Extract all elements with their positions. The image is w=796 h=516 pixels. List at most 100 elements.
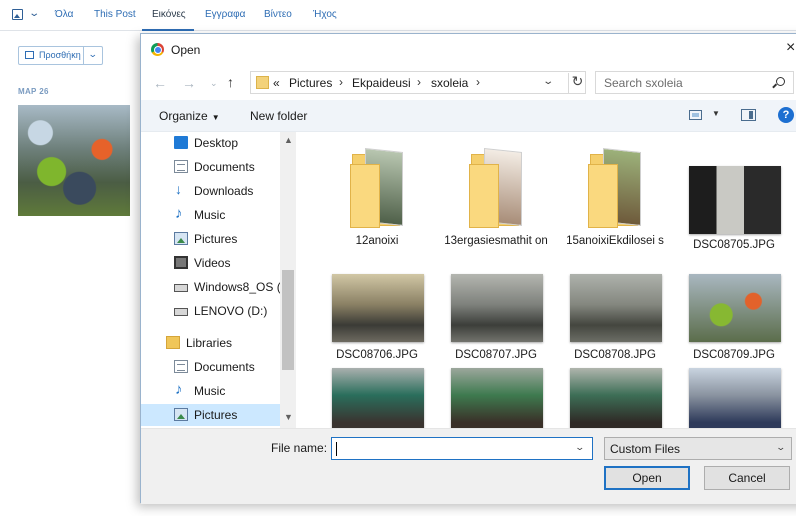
dialog-title: Open xyxy=(171,43,201,57)
new-folder-button[interactable]: New folder xyxy=(250,109,307,123)
nav-scrollbar[interactable]: ▲ ▼ xyxy=(280,132,296,428)
address-dropdown-icon[interactable]: ⌄ xyxy=(542,76,554,87)
chevron-down-icon[interactable]: ⌄ xyxy=(88,49,98,60)
navigation-bar: ← → ⌄ ↑ « Pictures › Ekpaideusi › sxolei… xyxy=(141,66,796,100)
address-bar[interactable]: « Pictures › Ekpaideusi › sxoleia › ⌄ ↻ xyxy=(250,71,586,94)
chevron-down-icon[interactable]: ⌄ xyxy=(775,442,786,453)
sidebar-item-label: Downloads xyxy=(194,184,254,198)
organize-menu[interactable]: Organize ▼ xyxy=(159,109,220,123)
image-thumbnail xyxy=(332,274,424,342)
breadcrumb-sxoleia[interactable]: sxoleia xyxy=(431,76,468,90)
file-name: DSC08706.JPG xyxy=(336,349,418,361)
close-icon[interactable]: × xyxy=(786,39,795,57)
dialog-footer: File name: ⌄ Custom Files ⌄ Open Cancel xyxy=(141,428,796,504)
text-cursor xyxy=(336,442,337,456)
cancel-button[interactable]: Cancel xyxy=(704,466,790,490)
folder-flap xyxy=(588,164,618,228)
pictures-icon xyxy=(174,408,188,421)
image-thumbnail xyxy=(451,274,543,342)
search-icon[interactable] xyxy=(776,77,785,86)
tab-documents[interactable]: Εγγραφα xyxy=(205,9,245,20)
search-box[interactable]: Search sxoleia xyxy=(595,71,794,94)
documents-icon xyxy=(174,360,188,373)
sidebar-item-downloads[interactable]: ↓ Downloads xyxy=(141,180,280,202)
organize-label: Organize xyxy=(159,109,208,123)
media-icon[interactable] xyxy=(12,9,23,20)
forward-arrow-icon[interactable]: → xyxy=(182,75,196,91)
downloads-icon: ↓ xyxy=(175,181,182,197)
tab-this-post[interactable]: This Post xyxy=(94,9,136,20)
help-icon[interactable]: ? xyxy=(778,107,794,123)
tab-all[interactable]: Όλα xyxy=(55,9,73,20)
title-bar: Open × xyxy=(141,34,796,66)
media-tabs-bar: ⌄ Όλα This Post Εικόνες Εγγραφα Βίντεο Ή… xyxy=(0,0,796,31)
date-header: ΜΑΡ 26 xyxy=(18,87,49,96)
file-name-input[interactable]: ⌄ xyxy=(331,437,593,460)
tab-audio[interactable]: Ήχος xyxy=(313,9,337,20)
image-thumbnail xyxy=(689,274,781,342)
breadcrumb-separator-icon[interactable]: › xyxy=(417,75,421,89)
desktop-icon xyxy=(174,136,188,149)
drive-icon xyxy=(174,308,188,316)
sidebar-item-desktop[interactable]: Desktop xyxy=(141,132,280,154)
sidebar-item-lib-documents[interactable]: Documents xyxy=(141,356,280,378)
sidebar-item-label: Music xyxy=(194,384,226,398)
search-input[interactable]: Search sxoleia xyxy=(604,76,683,90)
sidebar-item-label: Pictures xyxy=(194,232,238,246)
breadcrumb-overflow[interactable]: « xyxy=(273,76,280,90)
breadcrumb-ekpaideusi[interactable]: Ekpaideusi xyxy=(352,76,411,90)
sidebar-item-lib-music[interactable]: ♪ Music xyxy=(141,380,280,402)
libraries-icon xyxy=(166,336,180,349)
caret-down-icon[interactable]: ▼ xyxy=(712,109,720,118)
file-name: DSC08708.JPG xyxy=(574,349,656,361)
sidebar-item-label: Windows8_OS (C xyxy=(194,280,290,294)
image-thumbnail xyxy=(570,274,662,342)
recent-chevron-icon[interactable]: ⌄ xyxy=(210,78,218,89)
breadcrumb-separator-icon[interactable]: › xyxy=(476,75,480,89)
folder-flap xyxy=(350,164,380,228)
sidebar-item-lib-pictures[interactable]: Pictures xyxy=(141,404,280,426)
file-name: 13ergasiesmathit on xyxy=(444,235,548,247)
scroll-up-icon[interactable]: ▲ xyxy=(284,135,293,145)
chevron-down-icon[interactable]: ⌄ xyxy=(574,442,585,453)
image-thumbnail xyxy=(689,166,781,234)
sidebar-item-drive-c[interactable]: Windows8_OS (C xyxy=(141,276,289,298)
pictures-icon xyxy=(174,232,188,245)
breadcrumb-pictures[interactable]: Pictures xyxy=(289,76,332,90)
tab-images[interactable]: Εικόνες xyxy=(152,9,186,20)
sidebar-item-documents[interactable]: Documents xyxy=(141,156,280,178)
chevron-down-icon[interactable]: ⌄ xyxy=(28,8,40,19)
media-thumbnail[interactable] xyxy=(18,105,130,216)
folder-icon xyxy=(256,76,269,89)
sidebar-item-label: Libraries xyxy=(186,336,233,350)
tab-video[interactable]: Βίντεο xyxy=(264,9,292,20)
back-arrow-icon[interactable]: ← xyxy=(153,75,167,91)
sidebar-item-label: Desktop xyxy=(194,136,239,150)
caret-down-icon: ▼ xyxy=(211,113,220,122)
music-icon: ♪ xyxy=(175,381,183,398)
file-type-select[interactable]: Custom Files ⌄ xyxy=(604,437,792,460)
open-button[interactable]: Open xyxy=(604,466,690,490)
sidebar-item-label: Documents xyxy=(194,160,255,174)
preview-pane-icon[interactable] xyxy=(741,109,756,121)
file-name: DSC08709.JPG xyxy=(693,349,775,361)
sidebar-item-drive-d[interactable]: LENOVO (D:) xyxy=(141,300,280,322)
scrollbar-thumb[interactable] xyxy=(282,270,294,370)
file-list: 12anoixi 13ergasiesmathit on 15anoixiEkd… xyxy=(296,132,796,428)
file-name-label: File name: xyxy=(271,441,328,455)
sidebar-item-videos[interactable]: Videos xyxy=(141,252,280,274)
sidebar-item-pictures[interactable]: Pictures xyxy=(141,228,280,250)
up-arrow-icon[interactable]: ↑ xyxy=(227,74,234,90)
sidebar-item-libraries[interactable]: Libraries xyxy=(141,332,280,354)
file-name: 15anoixiEkdilosei s xyxy=(566,235,664,247)
sidebar-item-music[interactable]: ♪ Music xyxy=(141,204,280,226)
documents-icon xyxy=(174,160,188,173)
view-options-icon[interactable] xyxy=(689,110,702,120)
chrome-icon xyxy=(151,43,164,56)
breadcrumb-separator-icon[interactable]: › xyxy=(339,75,343,89)
file-name: DSC08705.JPG xyxy=(693,239,775,251)
add-media-button[interactable]: Προσθήκη ⌄ xyxy=(18,46,103,65)
refresh-icon[interactable]: ↻ xyxy=(568,73,586,93)
scroll-down-icon[interactable]: ▼ xyxy=(284,412,293,422)
drive-icon xyxy=(174,284,188,292)
